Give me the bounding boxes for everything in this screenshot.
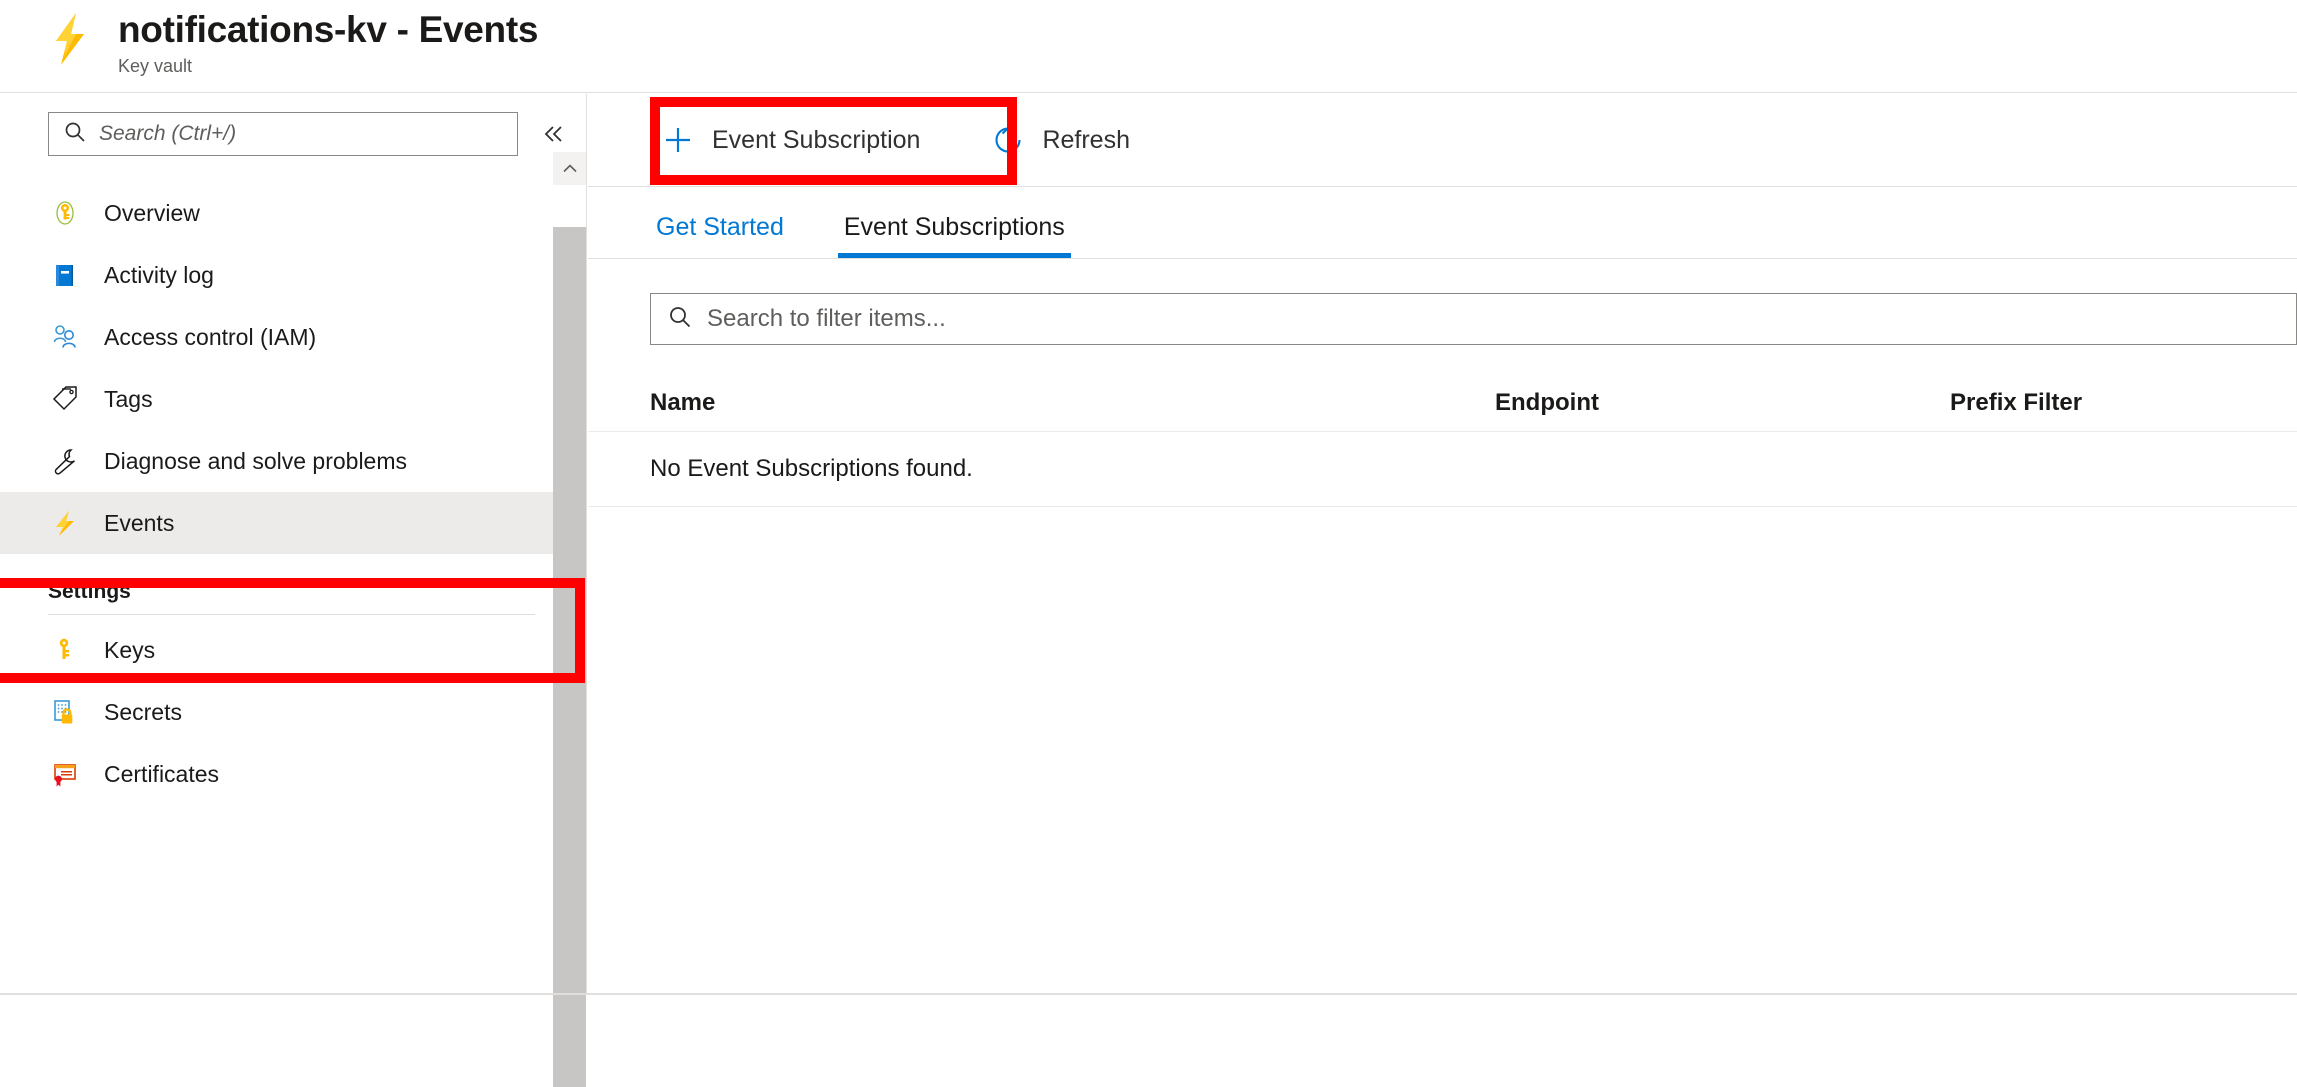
activity-log-icon xyxy=(48,258,82,292)
sidebar-item-certificates[interactable]: Certificates xyxy=(0,743,586,805)
sidebar-item-access-control[interactable]: Access control (IAM) xyxy=(0,306,586,368)
sidebar-settings-nav: Keys Secrets xyxy=(0,619,586,805)
sidebar-item-label: Activity log xyxy=(104,262,214,289)
refresh-icon xyxy=(988,120,1028,160)
event-subscriptions-grid: Name Endpoint Prefix Filter No Event Sub… xyxy=(588,375,2297,507)
lightning-bolt-icon xyxy=(48,506,82,540)
sidebar-item-label: Diagnose and solve problems xyxy=(104,448,407,475)
section-divider xyxy=(48,614,535,615)
column-header-endpoint[interactable]: Endpoint xyxy=(1495,389,1950,417)
search-icon xyxy=(63,120,87,149)
page-subtitle: Key vault xyxy=(118,55,538,77)
sidebar-item-secrets[interactable]: Secrets xyxy=(0,681,586,743)
tag-icon xyxy=(48,382,82,416)
command-label: Refresh xyxy=(1042,126,1130,155)
sidebar-item-label: Access control (IAM) xyxy=(104,324,316,351)
scrollbar-track[interactable] xyxy=(553,185,586,995)
lightning-bolt-icon xyxy=(44,10,96,68)
scrollbar-thumb[interactable] xyxy=(553,227,586,1087)
tab-bar: Get Started Event Subscriptions xyxy=(588,187,2297,259)
sidebar-item-overview[interactable]: Overview xyxy=(0,182,586,244)
filter-items-input[interactable]: Search to filter items... xyxy=(650,293,2297,345)
refresh-button[interactable]: Refresh xyxy=(980,110,1148,170)
filter-row: Search to filter items... xyxy=(588,259,2297,345)
empty-state-message: No Event Subscriptions found. xyxy=(650,455,973,483)
sidebar-item-diagnose[interactable]: Diagnose and solve problems xyxy=(0,430,586,492)
sidebar-item-tags[interactable]: Tags xyxy=(0,368,586,430)
page-title: notifications-kv - Events xyxy=(118,8,538,52)
sidebar-search-input[interactable]: Search (Ctrl+/) xyxy=(48,112,518,156)
wrench-icon xyxy=(48,444,82,478)
sidebar-item-label: Keys xyxy=(104,637,155,664)
sidebar-item-activity-log[interactable]: Activity log xyxy=(0,244,586,306)
sidebar-section-settings: Settings xyxy=(0,554,586,604)
sidebar-scrollbar[interactable] xyxy=(553,152,586,995)
filter-placeholder: Search to filter items... xyxy=(707,305,946,333)
sidebar-item-events[interactable]: Events xyxy=(0,492,569,554)
sidebar-item-label: Overview xyxy=(104,200,200,227)
sidebar-item-keys[interactable]: Keys xyxy=(0,619,586,681)
main-content: Event Subscription Refresh Get Started E… xyxy=(588,94,2297,995)
event-subscription-button[interactable]: Event Subscription xyxy=(650,110,938,170)
secret-lock-icon xyxy=(48,695,82,729)
plus-icon xyxy=(658,120,698,160)
chevron-double-left-icon[interactable] xyxy=(536,117,570,151)
command-label: Event Subscription xyxy=(712,126,920,155)
key-icon xyxy=(48,196,82,230)
grid-header-row: Name Endpoint Prefix Filter xyxy=(588,375,2297,432)
key-icon xyxy=(48,633,82,667)
sidebar-item-label: Tags xyxy=(104,386,153,413)
people-icon xyxy=(48,320,82,354)
sidebar-item-label: Secrets xyxy=(104,699,182,726)
sidebar-nav: Overview Activity log xyxy=(0,182,586,554)
sidebar-item-label: Certificates xyxy=(104,761,219,788)
sidebar-search-placeholder: Search (Ctrl+/) xyxy=(99,122,236,146)
sidebar-item-label: Events xyxy=(104,510,174,537)
chevron-up-icon[interactable] xyxy=(553,152,586,185)
command-bar: Event Subscription Refresh xyxy=(588,94,2297,187)
sidebar: Search (Ctrl+/) Overview xyxy=(0,94,587,995)
tab-get-started[interactable]: Get Started xyxy=(650,213,790,258)
search-icon xyxy=(667,304,693,335)
column-header-name[interactable]: Name xyxy=(650,389,1495,417)
grid-empty-row: No Event Subscriptions found. xyxy=(588,432,2297,507)
section-title: Settings xyxy=(48,580,131,603)
column-header-prefix-filter[interactable]: Prefix Filter xyxy=(1950,389,2297,417)
tab-event-subscriptions[interactable]: Event Subscriptions xyxy=(838,213,1071,258)
certificate-icon xyxy=(48,757,82,791)
page-header: notifications-kv - Events Key vault xyxy=(0,0,2297,93)
